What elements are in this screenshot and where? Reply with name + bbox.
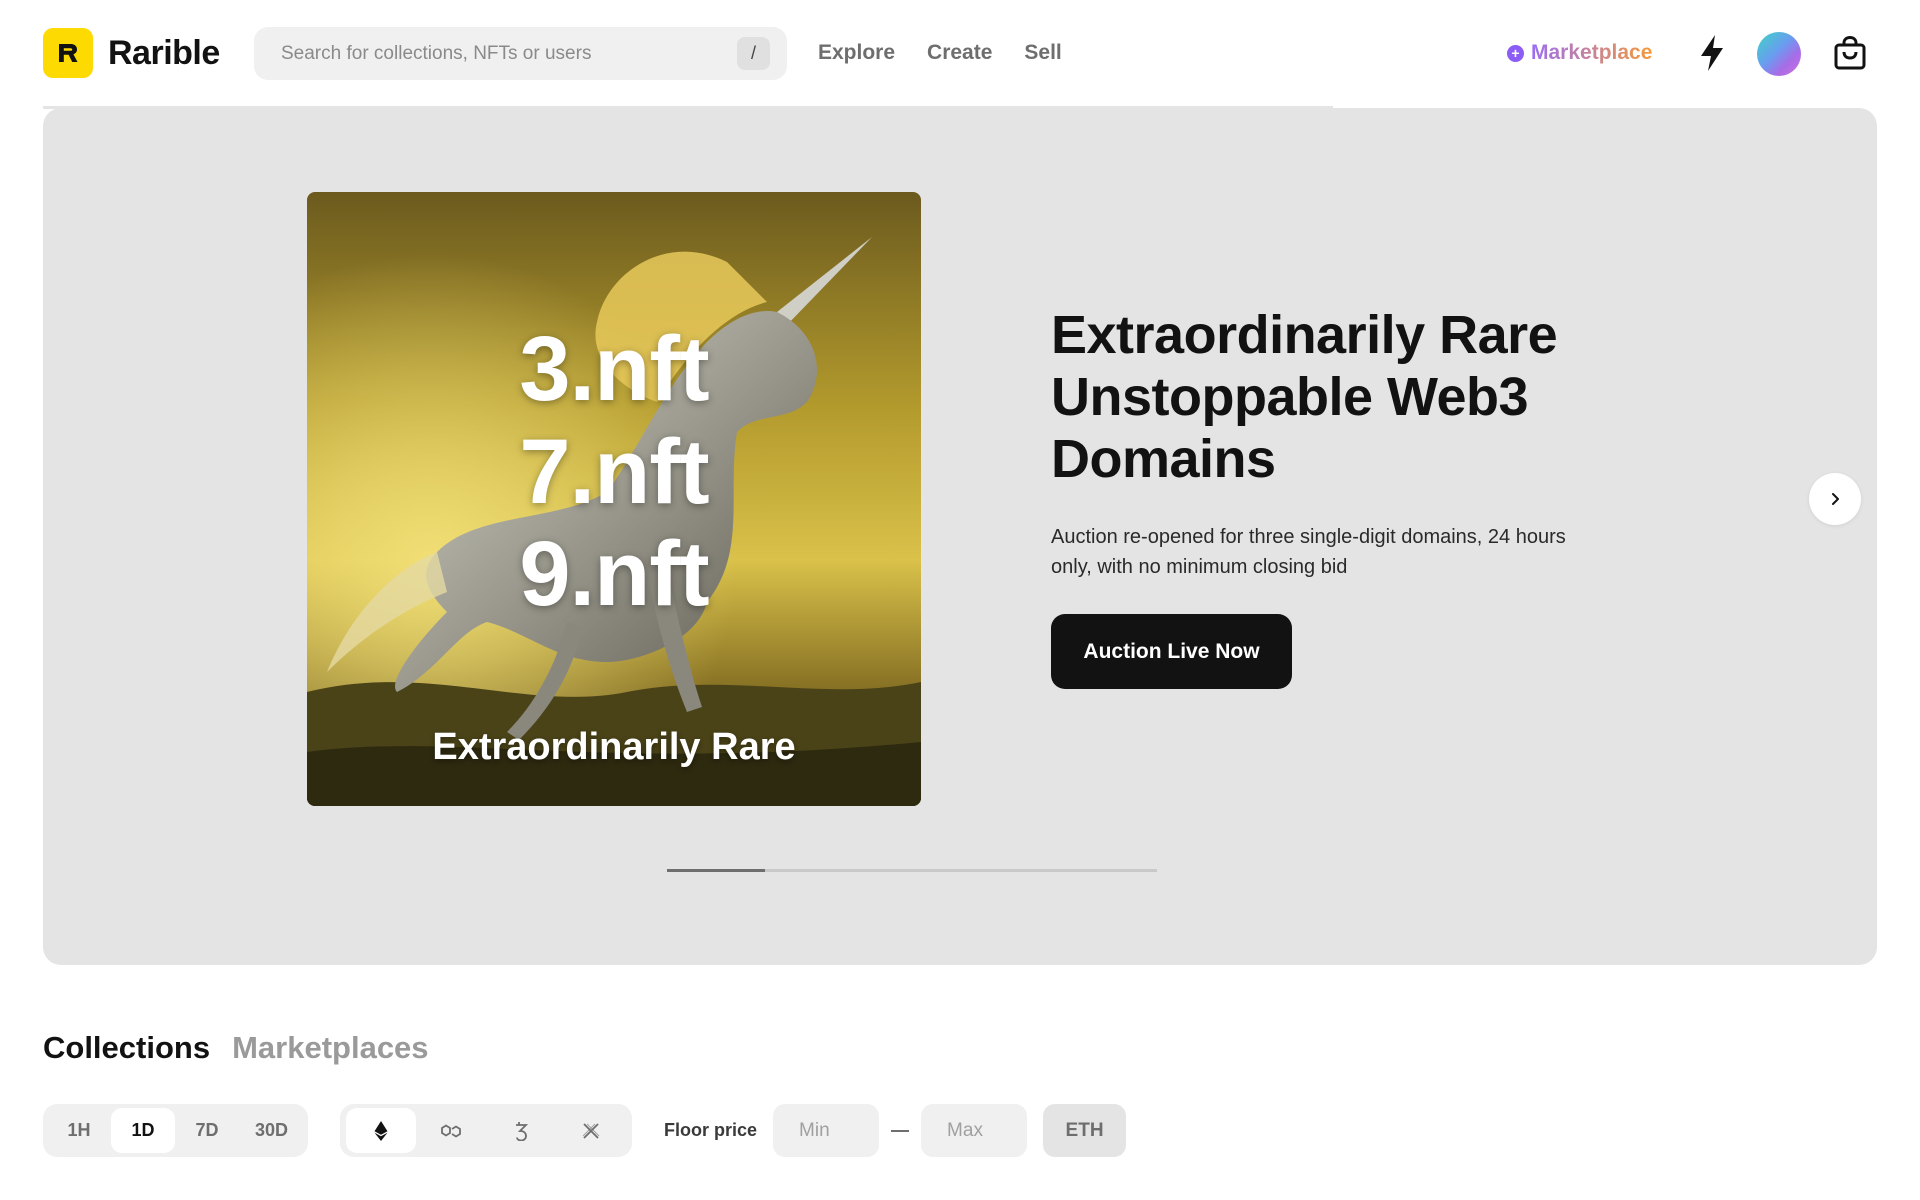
- time-range-selector: 1H 1D 7D 30D: [43, 1104, 309, 1157]
- marketplace-label: Marketplace: [1531, 38, 1652, 68]
- immutable-x-icon: [582, 1122, 600, 1139]
- nav-create[interactable]: Create: [927, 38, 992, 68]
- collections-filters: 1H 1D 7D 30D Floor price Min Max ETH: [43, 1104, 1127, 1157]
- floor-price-max-input[interactable]: [921, 1104, 1028, 1157]
- time-filter-30d[interactable]: 30D: [239, 1108, 304, 1153]
- hero-banner: 3.nft 7.nft 9.nft Extraordinarily Rare E…: [43, 108, 1877, 965]
- nav-sell[interactable]: Sell: [1024, 38, 1061, 68]
- main-nav: Explore Create Sell: [818, 38, 1062, 68]
- user-avatar[interactable]: [1757, 32, 1801, 76]
- search-box: /: [254, 27, 787, 80]
- nav-explore[interactable]: Explore: [818, 38, 895, 68]
- brand-name: Rarible: [108, 33, 220, 72]
- shopping-bag-icon: [1834, 35, 1866, 70]
- rarible-logo[interactable]: Rarible: [43, 28, 220, 78]
- rarible-logo-mark-icon: [43, 28, 93, 78]
- cart-button[interactable]: [1826, 29, 1874, 77]
- search-input[interactable]: [254, 27, 787, 80]
- chevron-right-icon: [1832, 493, 1839, 505]
- artwork-domain-9: 9.nft: [519, 523, 709, 625]
- auction-live-now-button[interactable]: Auction Live Now: [1051, 614, 1292, 689]
- currency-selector[interactable]: ETH: [1043, 1104, 1127, 1157]
- tezos-icon: [516, 1121, 529, 1141]
- artwork-caption: Extraordinarily Rare: [432, 726, 796, 768]
- plus-circle-icon: +: [1507, 44, 1524, 62]
- chain-filter-immutable-x[interactable]: [556, 1108, 626, 1153]
- time-filter-7d[interactable]: 7D: [175, 1108, 239, 1153]
- carousel-next-button[interactable]: [1809, 473, 1861, 525]
- chain-filter-polygon[interactable]: [416, 1108, 486, 1153]
- tab-collections[interactable]: Collections: [43, 1028, 210, 1068]
- blockchain-selector: [340, 1104, 633, 1157]
- search-shortcut-key: /: [737, 37, 770, 70]
- hero-title: Extraordinarily Rare Unstoppable Web3 Do…: [1051, 305, 1558, 489]
- time-filter-1h[interactable]: 1H: [47, 1108, 111, 1153]
- carousel-dot-4[interactable]: [961, 869, 1059, 872]
- floor-price-label: Floor price: [664, 1120, 758, 1140]
- top-header: Rarible / Explore Create Sell + Marketpl…: [0, 0, 1920, 106]
- time-filter-1d[interactable]: 1D: [111, 1108, 175, 1153]
- polygon-icon: [441, 1123, 461, 1138]
- ethereum-icon: [374, 1120, 388, 1141]
- collections-tabs: Collections Marketplaces: [43, 1028, 429, 1068]
- artwork-domain-7: 7.nft: [519, 421, 709, 523]
- bolt-icon: [1701, 35, 1723, 71]
- artwork-domain-3: 3.nft: [519, 318, 709, 420]
- chain-filter-tezos[interactable]: [486, 1108, 556, 1153]
- range-separator: [891, 1129, 910, 1132]
- carousel-dot-5[interactable]: [1059, 869, 1157, 872]
- marketplace-link[interactable]: + Marketplace: [1507, 38, 1652, 68]
- chain-filter-ethereum[interactable]: [346, 1108, 417, 1153]
- carousel-dot-3[interactable]: [863, 869, 961, 872]
- carousel-dot-1[interactable]: [667, 869, 765, 872]
- activity-bolt-button[interactable]: [1688, 29, 1736, 77]
- carousel-dot-2[interactable]: [765, 869, 863, 872]
- floor-price-min-input[interactable]: [773, 1104, 880, 1157]
- tab-marketplaces[interactable]: Marketplaces: [232, 1028, 428, 1068]
- hero-description: Auction re-opened for three single-digit…: [1051, 526, 1566, 578]
- carousel-pagination: [667, 869, 1157, 872]
- hero-artwork[interactable]: 3.nft 7.nft 9.nft Extraordinarily Rare: [307, 192, 921, 806]
